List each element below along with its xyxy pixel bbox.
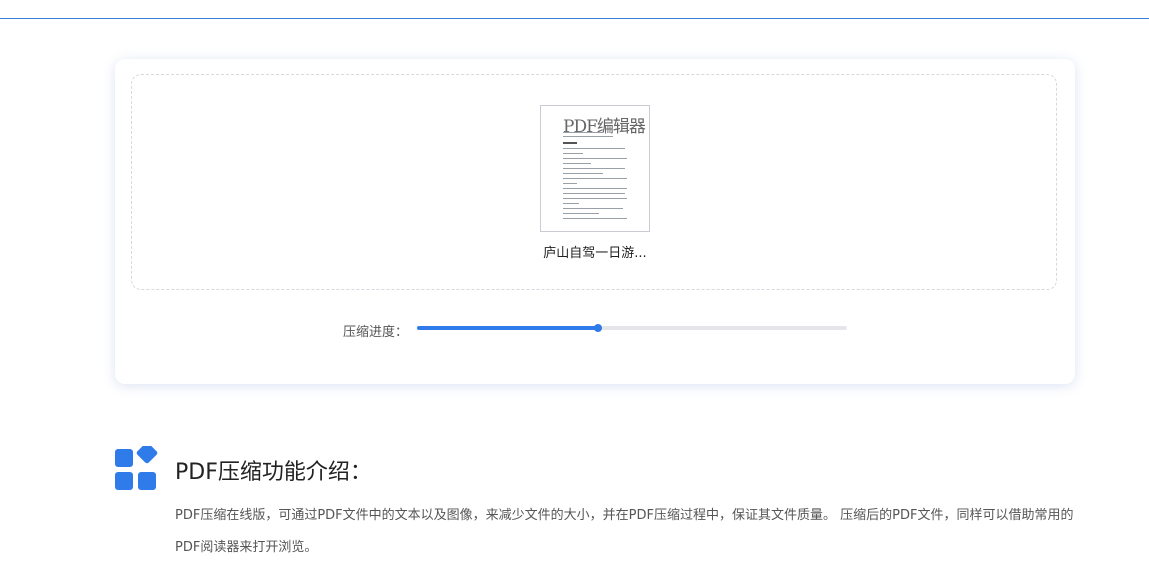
thumbnail-text-line [563, 148, 625, 149]
feature-heading: PDF压缩功能介绍： [175, 460, 372, 485]
thumbnail-text-line [563, 203, 579, 204]
progress-label: 压缩进度： [343, 325, 409, 340]
file-name: 庐山自驾一日游... [543, 246, 647, 261]
thumbnail-title: PDF编辑器 [563, 117, 646, 137]
progress-knob [593, 324, 602, 332]
apps-grid-icon [115, 446, 158, 490]
thumbnail-text-line [563, 142, 577, 144]
thumbnail-text-line [563, 158, 627, 159]
pdf-thumbnail[interactable]: PDF编辑器 [540, 105, 650, 232]
progress-track [417, 324, 847, 332]
thumbnail-text-line [563, 188, 627, 189]
thumbnail-text-line [563, 218, 627, 219]
progress-fill [417, 326, 598, 330]
feature-description: PDF压缩在线版，可通过PDF文件中的文本以及图像，来减少文件的大小，并在PDF… [175, 508, 1074, 555]
thumbnail-text-line [563, 198, 627, 199]
thumbnail-text-line [563, 208, 623, 209]
thumbnail-text-line [563, 173, 603, 174]
thumbnail-text-line [563, 213, 599, 214]
thumbnail-text-line [563, 132, 603, 133]
file-dropzone[interactable]: PDF编辑器 庐山自驾一日游... [131, 74, 1057, 290]
thumbnail-text-line [563, 183, 577, 184]
thumbnail-text-line [563, 153, 583, 154]
thumbnail-text-line [563, 163, 591, 164]
thumbnail-text-line [563, 168, 625, 169]
thumbnail-text-line [563, 136, 613, 137]
compress-card: PDF编辑器 庐山自驾一日游... 压缩进度： [115, 59, 1075, 384]
thumbnail-text-line [563, 178, 627, 179]
header-divider [0, 18, 1149, 19]
thumbnail-text-line [563, 193, 625, 194]
